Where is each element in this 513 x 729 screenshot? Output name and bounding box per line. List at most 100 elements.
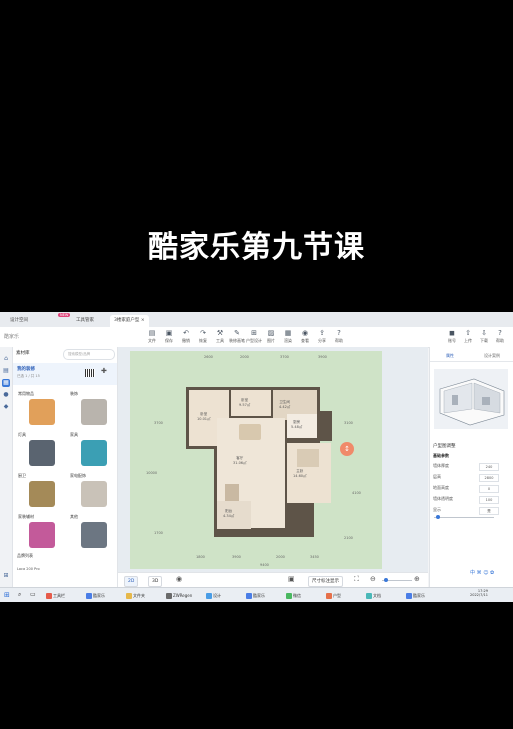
- taskbar-app[interactable]: 酷家乐: [244, 590, 267, 601]
- my-designs-row[interactable]: 我的装修 已选 1 / 共 15 ✚: [13, 363, 117, 385]
- app-icon: [366, 593, 372, 599]
- view-2d-button[interactable]: 2D: [124, 576, 139, 587]
- property-value-input[interactable]: 0: [479, 485, 499, 493]
- property-row: 显示 是: [433, 507, 511, 515]
- category-tile[interactable]: 厨卫: [15, 471, 65, 513]
- header-button[interactable]: ⇧ 上传: [460, 329, 476, 344]
- property-value-input[interactable]: 2800: [479, 474, 499, 482]
- house-icon[interactable]: ⌂: [2, 355, 10, 363]
- 3d-preview[interactable]: [434, 369, 508, 429]
- search-input[interactable]: 搜索模型/品牌: [63, 349, 115, 360]
- taskbar-app[interactable]: 工具栏: [44, 590, 67, 601]
- ime-item[interactable]: ☺: [483, 570, 488, 576]
- toolbar-button[interactable]: ▨ 图片: [263, 329, 279, 344]
- zoom-slider-thumb[interactable]: [384, 578, 388, 582]
- room-area: 10.01㎡: [197, 417, 211, 421]
- tag-icon[interactable]: ◆: [2, 403, 10, 411]
- toolbar-button[interactable]: ▦ 渲染: [280, 329, 296, 344]
- toolbar-button[interactable]: ▤ 文件: [144, 329, 160, 344]
- close-icon[interactable]: ×: [141, 318, 145, 323]
- lock-icon[interactable]: ▣: [288, 575, 295, 583]
- fit-icon[interactable]: ⛶: [354, 575, 359, 584]
- toolbar-button[interactable]: ↶ 撤销: [178, 329, 194, 344]
- toolbar-button-label: 撤销: [182, 338, 190, 343]
- taskbar-app[interactable]: 酷家乐: [404, 590, 427, 601]
- browser-tab[interactable]: 工具管家: [72, 315, 98, 327]
- layers-icon[interactable]: ▤: [2, 367, 10, 375]
- room-name: 阳台: [225, 509, 233, 513]
- taskbar-app-label: 设计: [213, 593, 221, 598]
- toolbar-button[interactable]: ⚒ 工具: [212, 329, 228, 344]
- taskbar-app[interactable]: ZWRegen: [164, 590, 194, 601]
- ime-item[interactable]: 中: [470, 570, 475, 576]
- property-value-input[interactable]: 100: [479, 496, 499, 504]
- toolbar-button[interactable]: ◉ 查看: [297, 329, 313, 344]
- ime-item[interactable]: ✿: [490, 570, 494, 576]
- taskbar-app[interactable]: 微信: [284, 590, 303, 601]
- move-handle-icon[interactable]: ↕: [340, 442, 354, 456]
- user-icon[interactable]: ●: [2, 391, 10, 399]
- clock[interactable]: 17:29 2022/7/11: [470, 589, 488, 597]
- main-toolbar: 酷家乐 ▤ 文件 ▣ 保存 ↶ 撤销 ↷ 恢复 ⚒ 工具 ✎ 装修画笔 ⊞ 户型设计 ▨ 图片 ▦ 渲染 ◉ 查看 ⇪ 分…: [0, 327, 513, 348]
- category-tile[interactable]: 家具: [67, 430, 117, 472]
- search-icon[interactable]: ⌕: [18, 591, 21, 599]
- file-icon: ▤: [148, 329, 156, 337]
- zoom-in-icon[interactable]: ⊕: [414, 575, 420, 583]
- dimension-toggle[interactable]: 尺寸标注显示: [308, 576, 343, 587]
- taskbar-app-label: 文件夹: [133, 593, 145, 598]
- taskbar-app-label: 微信: [293, 593, 301, 598]
- new-badge: NEW: [58, 313, 71, 317]
- taskbar-app[interactable]: 酷家乐: [84, 590, 107, 601]
- room-master-bedroom[interactable]: 主卧 14.60㎡: [287, 443, 331, 503]
- brand-list-label: 品牌列表: [17, 553, 33, 558]
- left-rail: ⌂ ▤ ▦ ● ◆ ⊞: [0, 347, 13, 587]
- ime-toolbar[interactable]: 中 ⌘ ☺ ✿: [470, 569, 494, 576]
- toolbar-button[interactable]: ⇪ 分享: [314, 329, 330, 344]
- toolbar-button-label: 恢复: [199, 338, 207, 343]
- view-3d-button[interactable]: 3D: [148, 576, 163, 587]
- toolbar-button[interactable]: ▣ 保存: [161, 329, 177, 344]
- toolbar-button[interactable]: ⊞ 户型设计: [246, 329, 262, 344]
- toolbar-button[interactable]: ↷ 恢复: [195, 329, 211, 344]
- toolbar-button-label: 查看: [301, 338, 309, 343]
- category-tile[interactable]: 灯具: [15, 430, 65, 472]
- category-label: 装饰: [70, 391, 78, 396]
- property-value-input[interactable]: 240: [479, 463, 499, 471]
- layout-icon: ⊞: [251, 329, 257, 337]
- browser-tab-active[interactable]: 3楼家庭户型 ×: [110, 315, 149, 327]
- grid-icon[interactable]: ⊞: [2, 572, 10, 580]
- opacity-slider[interactable]: [434, 517, 494, 518]
- category-label: 家电配饰: [70, 473, 86, 478]
- category-tile[interactable]: 其他: [67, 512, 117, 554]
- category-tile[interactable]: 家装辅材: [15, 512, 65, 554]
- room-kitchen[interactable]: 厨房 5.48㎡: [287, 414, 317, 438]
- eye-icon[interactable]: ◉: [176, 575, 182, 583]
- taskbar-app[interactable]: 户型: [324, 590, 343, 601]
- task-view-icon[interactable]: ▭: [30, 591, 36, 598]
- property-value-input[interactable]: 是: [479, 507, 499, 515]
- category-tile[interactable]: 常用物品: [15, 389, 65, 431]
- category-tile[interactable]: 装饰: [67, 389, 117, 431]
- catalog-icon[interactable]: ▦: [2, 379, 10, 387]
- tab-cases[interactable]: 设计案例: [484, 353, 500, 359]
- design-canvas[interactable]: 2600 2000 3700 3900 1800 3900 2000 3450 …: [118, 347, 428, 572]
- browser-tab[interactable]: 设计空间: [6, 315, 32, 327]
- zoom-out-icon[interactable]: ⊖: [370, 575, 376, 583]
- taskbar-app[interactable]: 文档: [364, 590, 383, 601]
- taskbar-app[interactable]: 文件夹: [124, 590, 147, 601]
- ime-item[interactable]: ⌘: [477, 570, 482, 576]
- tab-properties[interactable]: 属性: [446, 353, 454, 359]
- room-bedroom-2[interactable]: 卧室 9.57㎡: [231, 390, 271, 416]
- header-button[interactable]: ◼ 账号: [444, 329, 460, 344]
- app-icon: [126, 593, 132, 599]
- category-tile[interactable]: 家电配饰: [67, 471, 117, 513]
- opacity-slider-thumb[interactable]: [436, 515, 440, 519]
- property-label: 地面高度: [433, 485, 449, 490]
- header-button[interactable]: ? 帮助: [492, 329, 508, 344]
- windows-start-icon[interactable]: ⊞: [4, 591, 10, 599]
- header-button[interactable]: ⇩ 下载: [476, 329, 492, 344]
- room-balcony[interactable]: 阳台 4.34㎡: [217, 501, 251, 529]
- taskbar-app[interactable]: 设计: [204, 590, 223, 601]
- toolbar-button[interactable]: ? 帮助: [331, 329, 347, 344]
- toolbar-button[interactable]: ✎ 装修画笔: [229, 329, 245, 344]
